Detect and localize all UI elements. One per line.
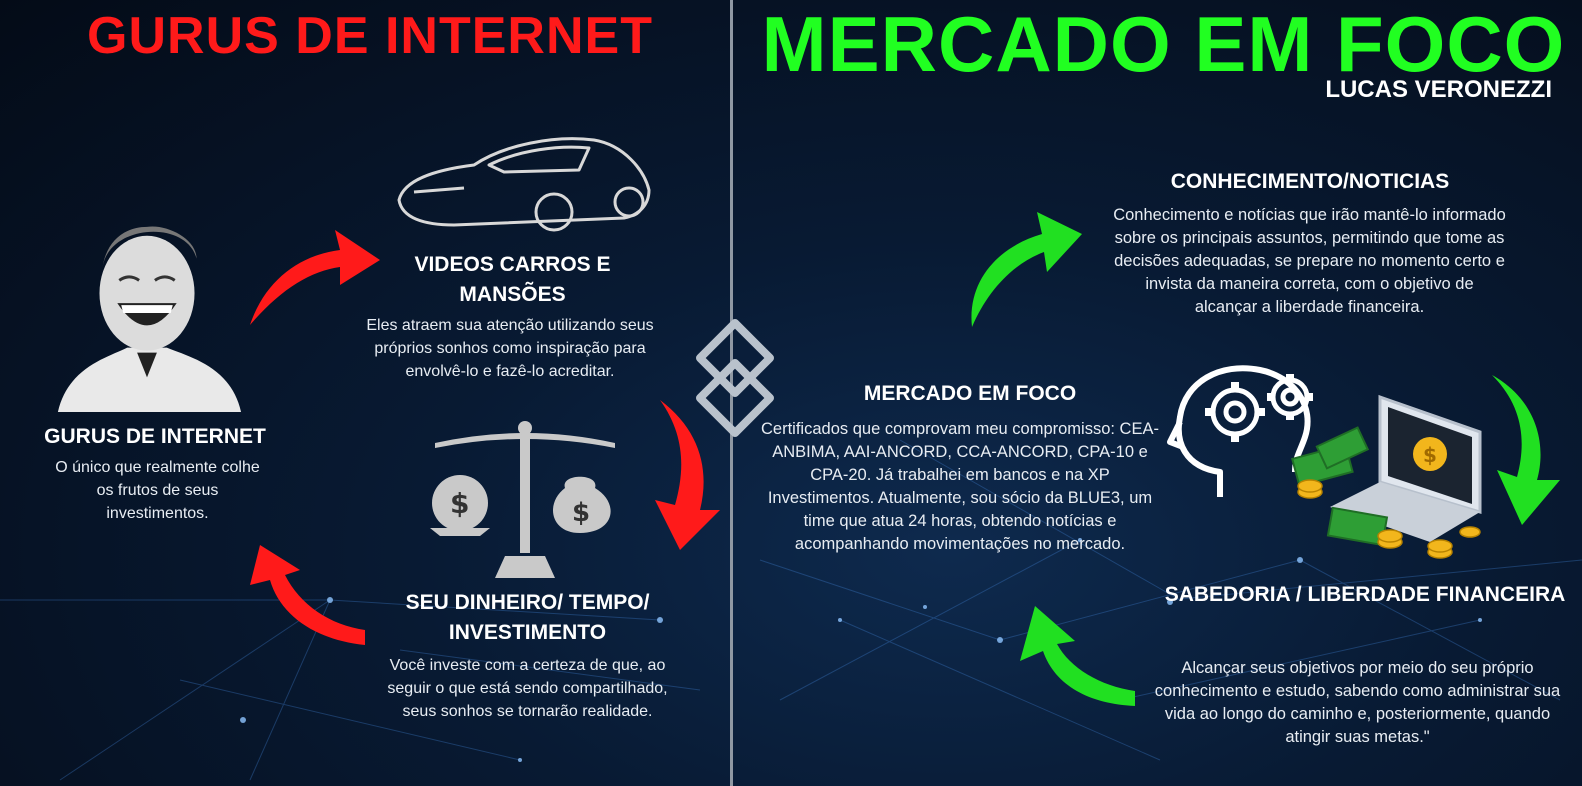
sports-car-icon (397, 137, 651, 232)
knowledge-text: Conhecimento e notícias que irão mantê-l… (1113, 206, 1506, 316)
green-arrow-down-icon (1492, 375, 1560, 525)
svg-text:$: $ (1423, 443, 1437, 467)
wisdom-heading: SABEDORIA / LIBERDADE FINANCEIRA (1164, 583, 1566, 606)
laptop-money-icon: $ (1291, 394, 1482, 559)
red-arrow-down-icon (655, 400, 720, 550)
videos-heading: VIDEOS CARROS E MANSÕES (414, 253, 611, 306)
svg-text:$: $ (572, 498, 590, 528)
market-text: Certificados que comprovam meu compromis… (761, 420, 1159, 553)
gurus-heading: GURUS DE INTERNET (44, 425, 266, 448)
money-text: Você investe com a certeza de que, ao se… (387, 657, 668, 720)
gurus-text: O único que realmente colhe os frutos de… (55, 459, 260, 522)
green-arrow-left-icon (1020, 606, 1135, 706)
svg-text:$: $ (450, 487, 469, 520)
green-arrow-up-icon (971, 212, 1082, 327)
wisdom-text: Alcançar seus objetivos por meio do seu … (1154, 659, 1561, 746)
left-main-title: GURUS DE INTERNET (87, 7, 653, 65)
laughing-man-icon (57, 226, 242, 413)
red-arrow-left-icon (250, 545, 365, 645)
red-arrow-up-icon (250, 230, 380, 325)
money-scale-icon: $ $ (430, 421, 615, 578)
knowledge-heading: CONHECIMENTO/NOTICIAS (1170, 170, 1450, 193)
right-main-title: MERCADO EM FOCO (761, 0, 1566, 88)
author-name: LUCAS VERONEZZI (1325, 76, 1552, 103)
market-heading: MERCADO EM FOCO (863, 382, 1077, 405)
money-heading: SEU DINHEIRO/ TEMPO/ INVESTIMENTO (405, 591, 650, 644)
videos-text: Eles atraem sua atenção utilizando seus … (366, 317, 654, 380)
